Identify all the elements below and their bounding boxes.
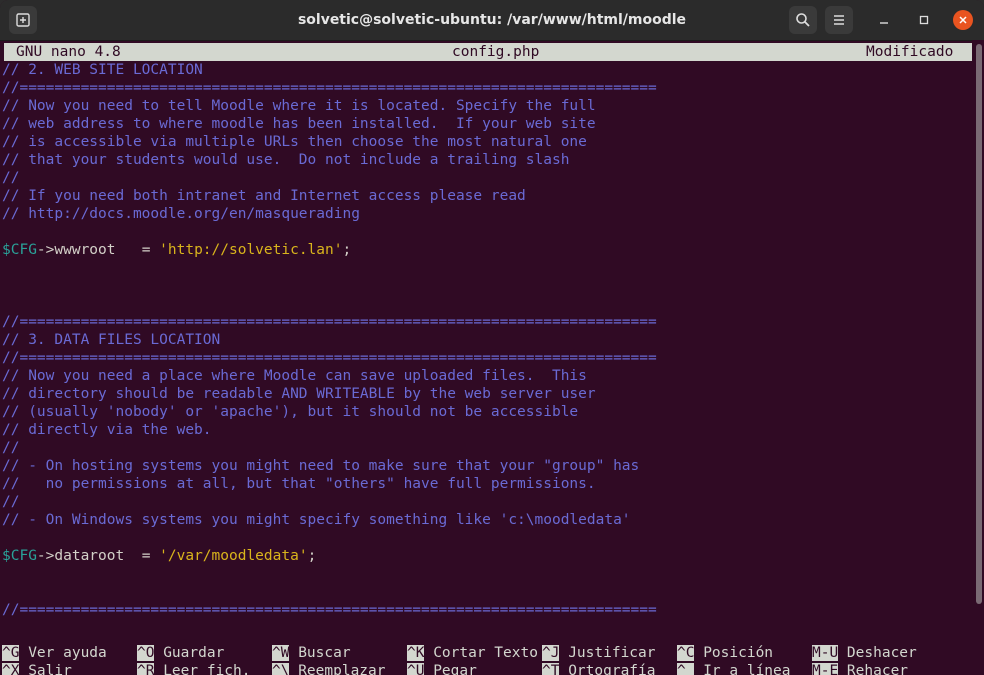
scrollbar-thumb[interactable]: [976, 44, 982, 604]
editor-line: // - On hosting systems you might need t…: [2, 458, 640, 474]
shortcut-label: Justificar: [559, 645, 656, 661]
shortcut-item: ^G Ver ayuda: [2, 644, 107, 662]
shortcut-key: ^O: [137, 645, 155, 661]
maximize-icon: [919, 15, 929, 25]
editor-line: // 3. DATA FILES LOCATION: [2, 332, 221, 348]
shortcut-item: ^C Posición: [677, 644, 773, 662]
shortcut-label: Ortografía: [559, 663, 656, 675]
code-variable: $CFG: [2, 548, 37, 564]
terminal-area[interactable]: GNU nano 4.8 config.php Modificado // 2.…: [0, 40, 972, 675]
minimize-button[interactable]: [874, 10, 894, 30]
editor-line: // is accessible via multiple URLs then …: [2, 134, 587, 150]
shortcut-label: Pegar: [424, 663, 477, 675]
shortcut-item: M-U Deshacer: [812, 644, 917, 662]
close-button[interactable]: [953, 10, 973, 30]
editor-line: //: [2, 440, 20, 456]
shortcut-key: ^T: [542, 663, 560, 675]
shortcut-item: ^_ Ir a línea: [677, 662, 791, 675]
editor-line: // http://docs.moodle.org/en/masqueradin…: [2, 206, 360, 222]
shortcut-item: ^W Buscar: [272, 644, 351, 662]
editor-line: // directory should be readable AND WRIT…: [2, 386, 596, 402]
editor-line: // that your students would use. Do not …: [2, 152, 570, 168]
hamburger-menu-icon: [834, 15, 844, 25]
code-terminator: ;: [307, 548, 317, 564]
shortcut-key: ^U: [407, 663, 425, 675]
code-string: '/var/moodledata': [159, 548, 308, 564]
minimize-icon: [880, 22, 888, 24]
editor-line: //======================================…: [2, 314, 657, 330]
shortcut-label: Reemplazar: [289, 663, 386, 675]
editor-line: $CFG->dataroot = '/var/moodledata';: [2, 547, 316, 565]
shortcut-key: ^G: [2, 645, 20, 661]
code-property: dataroot =: [54, 548, 160, 564]
maximize-button[interactable]: [914, 10, 934, 30]
editor-line: //======================================…: [2, 602, 657, 618]
terminal-window: solvetic@solvetic-ubuntu: /var/www/html/…: [0, 0, 984, 675]
shortcut-key: ^_: [677, 663, 695, 675]
editor-line: // - On Windows systems you might specif…: [2, 512, 631, 528]
shortcut-item: ^J Justificar: [542, 644, 656, 662]
editor-line: // Now you need a place where Moodle can…: [2, 368, 587, 384]
editor-line: // If you need both intranet and Interne…: [2, 188, 526, 204]
menu-button[interactable]: [825, 6, 853, 34]
editor-line: // Now you need to tell Moodle where it …: [2, 98, 596, 114]
shortcut-item: M-E Rehacer: [812, 662, 908, 675]
shortcut-item: ^\ Reemplazar: [272, 662, 386, 675]
code-arrow: ->: [36, 242, 55, 258]
editor-line: //: [2, 494, 20, 510]
shortcut-item: ^T Ortografía: [542, 662, 656, 675]
close-icon: [959, 16, 967, 24]
shortcut-key: ^X: [2, 663, 20, 675]
code-arrow: ->: [36, 548, 55, 564]
shortcut-label: Salir: [19, 663, 72, 675]
file-name: config.php: [452, 44, 540, 60]
editor-line: // web address to where moodle has been …: [2, 116, 596, 132]
code-string: 'http://solvetic.lan': [159, 242, 343, 258]
editor-line: //: [2, 170, 20, 186]
code-property: wwwroot =: [54, 242, 160, 258]
shortcut-label: Guardar: [154, 645, 225, 661]
shortcut-key: ^C: [677, 645, 695, 661]
shortcut-label: Ver ayuda: [19, 645, 107, 661]
code-terminator: ;: [342, 242, 352, 258]
search-button[interactable]: [789, 6, 817, 34]
shortcut-label: Leer fich.: [154, 663, 251, 675]
shortcut-key: M-E: [812, 663, 839, 675]
shortcut-key: ^R: [137, 663, 155, 675]
shortcut-item: ^K Cortar Texto: [407, 644, 538, 662]
shortcut-label: Buscar: [289, 645, 351, 661]
shortcut-label: Cortar Texto: [424, 645, 538, 661]
editor-line: //======================================…: [2, 80, 657, 96]
editor-line: // no permissions at all, but that "othe…: [2, 476, 596, 492]
nano-version: GNU nano 4.8: [16, 44, 121, 60]
shortcut-label: Deshacer: [838, 645, 917, 661]
shortcut-item: ^R Leer fich.: [137, 662, 251, 675]
editor-line: // directly via the web.: [2, 422, 212, 438]
shortcut-item: ^O Guardar: [137, 644, 224, 662]
editor-line: //======================================…: [2, 350, 657, 366]
shortcut-item: ^X Salir: [2, 662, 72, 675]
editor-line: // (usually 'nobody' or 'apache'), but i…: [2, 404, 579, 420]
shortcut-key: ^J: [542, 645, 560, 661]
editor-line: $CFG->wwwroot = 'http://solvetic.lan';: [2, 241, 351, 259]
shortcut-key: ^\: [272, 663, 290, 675]
modified-status: Modificado: [866, 44, 954, 60]
editor-line: // 2. WEB SITE LOCATION: [2, 62, 203, 78]
nano-header-bar: GNU nano 4.8 config.php Modificado: [4, 43, 972, 61]
shortcut-label: Posición: [694, 645, 774, 661]
shortcut-key: ^K: [407, 645, 425, 661]
shortcut-item: ^U Pegar: [407, 662, 477, 675]
shortcut-key: ^W: [272, 645, 290, 661]
search-icon: [796, 13, 810, 27]
shortcut-key: M-U: [812, 645, 839, 661]
code-variable: $CFG: [2, 242, 37, 258]
shortcut-label: Ir a línea: [694, 663, 791, 675]
shortcut-label: Rehacer: [838, 663, 909, 675]
scrollbar[interactable]: [972, 40, 984, 675]
title-bar: solvetic@solvetic-ubuntu: /var/www/html/…: [0, 0, 984, 41]
